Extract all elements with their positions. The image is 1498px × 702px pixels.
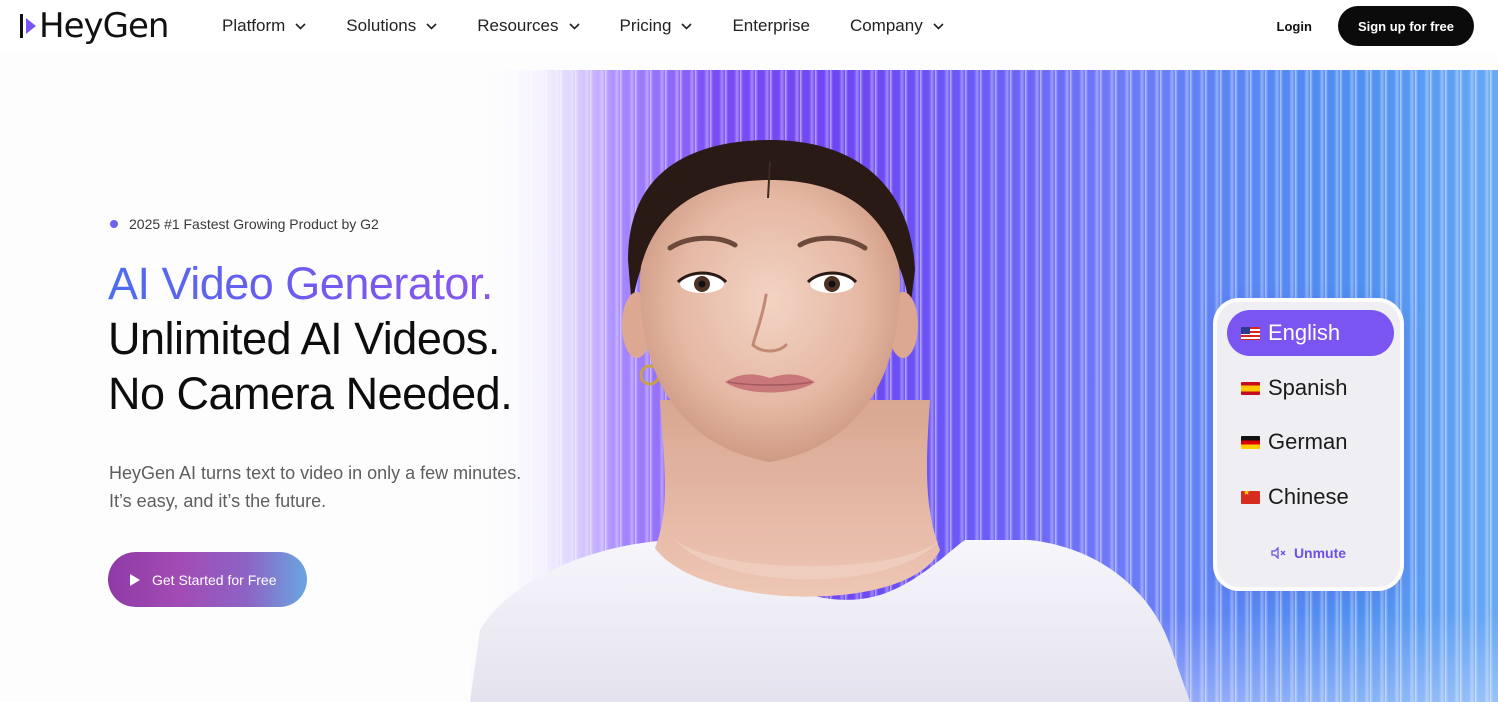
menu-item-enterprise[interactable]: Enterprise	[732, 16, 809, 36]
language-option-chinese[interactable]: Chinese	[1227, 474, 1394, 520]
heygen-logo[interactable]: HeyGen	[20, 6, 169, 46]
award-badge: 2025 #1 Fastest Growing Product by G2	[110, 216, 379, 232]
chevron-down-icon	[568, 22, 580, 30]
logo-text: HeyGen	[39, 6, 169, 46]
play-icon	[130, 573, 140, 586]
chevron-down-icon	[681, 22, 693, 30]
menu-label: Platform	[222, 16, 286, 35]
language-selector-panel: English Spanish German Chinese Unmute	[1213, 298, 1404, 591]
muted-speaker-icon	[1271, 547, 1287, 559]
menu-item-solutions[interactable]: Solutions	[346, 16, 437, 36]
us-flag-icon	[1241, 326, 1260, 340]
language-option-spanish[interactable]: Spanish	[1227, 365, 1394, 411]
china-flag-icon	[1241, 490, 1260, 504]
unmute-label: Unmute	[1293, 545, 1347, 561]
spain-flag-icon	[1241, 381, 1260, 395]
signup-button[interactable]: Sign up for free	[1337, 6, 1474, 46]
subtitle-line-2: It’s easy, and it’s the future.	[109, 491, 327, 511]
badge-dot-icon	[110, 220, 118, 228]
cta-label: Get Started for Free	[152, 571, 277, 588]
get-started-button[interactable]: Get Started for Free	[108, 552, 307, 607]
hero-headline: AI Video Generator. Unlimited AI Videos.…	[108, 256, 513, 421]
subtitle-line-1: HeyGen AI turns text to video in only a …	[109, 463, 522, 483]
language-label: German	[1268, 429, 1348, 454]
menu-item-resources[interactable]: Resources	[477, 16, 580, 36]
menu-item-pricing[interactable]: Pricing	[620, 16, 693, 36]
language-label: English	[1268, 320, 1341, 345]
menu-label: Company	[849, 16, 923, 35]
language-label: Chinese	[1268, 484, 1349, 509]
main-menu: Platform Solutions Resources Pricing Ent…	[222, 0, 984, 52]
headline-line-2: Unlimited AI Videos.	[108, 313, 500, 364]
login-link[interactable]: Login	[1277, 19, 1312, 34]
badge-text: 2025 #1 Fastest Growing Product by G2	[129, 216, 379, 232]
nav-actions: Login Sign up for free	[1277, 6, 1474, 46]
menu-label: Enterprise	[732, 16, 810, 35]
logo-play-icon	[20, 13, 38, 39]
unmute-button[interactable]: Unmute	[1217, 545, 1400, 561]
chevron-down-icon	[295, 22, 306, 30]
language-label: Spanish	[1268, 375, 1348, 400]
headline-accent: AI Video Generator.	[108, 256, 512, 311]
menu-item-company[interactable]: Company	[850, 16, 944, 36]
germany-flag-icon	[1241, 435, 1260, 449]
chevron-down-icon	[933, 22, 944, 30]
page: HeyGen Platform Solutions Resources Pric…	[0, 0, 1498, 702]
headline-line-3: No Camera Needed.	[108, 368, 513, 419]
menu-label: Pricing	[619, 16, 672, 35]
top-navigation: HeyGen Platform Solutions Resources Pric…	[0, 0, 1498, 52]
chevron-down-icon	[426, 22, 437, 30]
language-option-german[interactable]: German	[1227, 419, 1394, 465]
menu-label: Solutions	[346, 16, 417, 35]
hero-subtitle: HeyGen AI turns text to video in only a …	[109, 459, 521, 515]
menu-item-platform[interactable]: Platform	[222, 16, 306, 36]
language-option-english[interactable]: English	[1227, 310, 1394, 356]
menu-label: Resources	[477, 16, 559, 35]
